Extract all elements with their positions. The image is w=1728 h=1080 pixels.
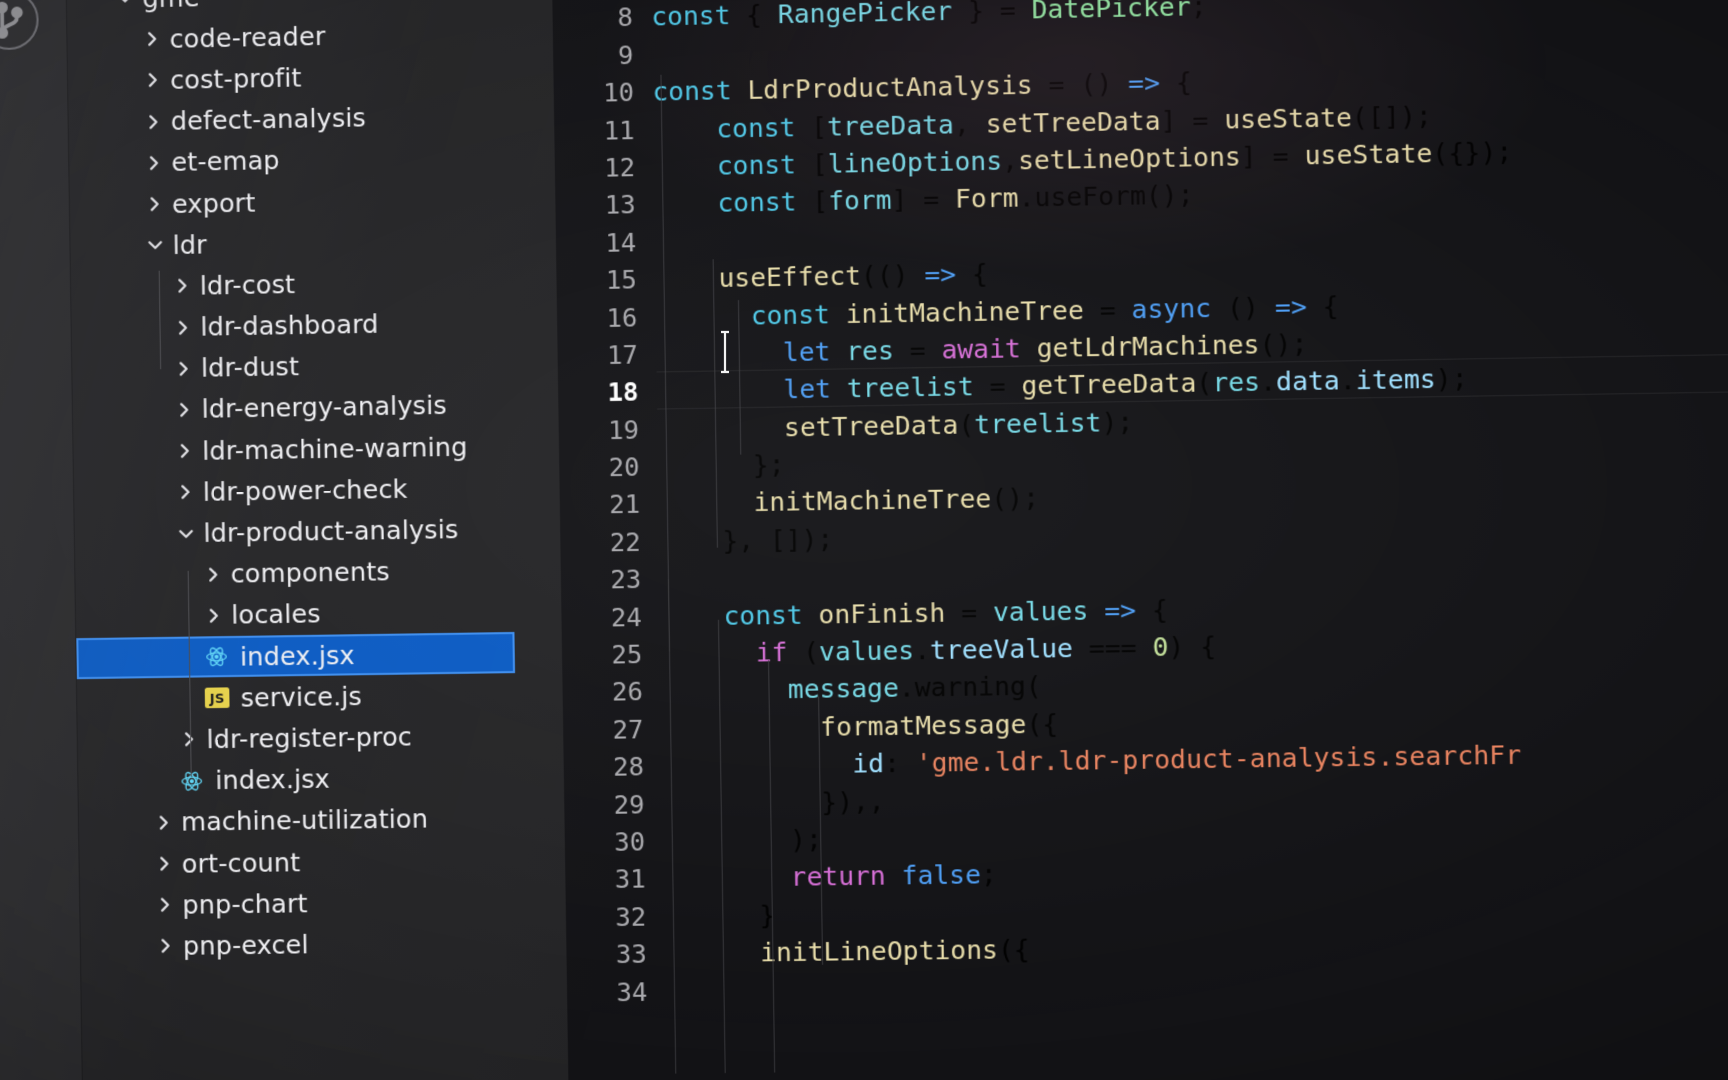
chevron-right-icon[interactable] [171, 400, 198, 419]
explorer-folder-locales[interactable]: locales [76, 590, 562, 638]
explorer-item-label: cost-profit [169, 62, 302, 96]
line-number: 11 [603, 114, 635, 146]
chevron-right-icon[interactable] [171, 442, 198, 461]
line-number: 21 [608, 489, 641, 520]
chevron-right-icon[interactable] [152, 937, 179, 956]
explorer-file-service-js[interactable]: JS service.js [77, 673, 563, 721]
explorer-item-label: ort-count [181, 847, 301, 879]
explorer-item-label: defect-analysis [170, 102, 367, 137]
line-number: 16 [606, 302, 638, 333]
chevron-right-icon[interactable] [170, 359, 197, 378]
react-jsx-icon [176, 768, 207, 793]
code-content[interactable]: import {getLdrMachineData,handleResData,… [651, 0, 1728, 1080]
explorer-item-label: ldr-dashboard [200, 309, 379, 342]
explorer-item-label: ldr-dust [200, 351, 300, 384]
line-number: 32 [614, 901, 647, 932]
line-number: 10 [602, 77, 635, 108]
explorer-folder-pnp-chart[interactable]: pnp-chart [80, 879, 566, 926]
explorer-item-label: pnp-chart [182, 888, 308, 920]
line-number: 18 [607, 377, 639, 408]
line-number: 27 [612, 714, 644, 745]
explorer-item-label: et-emap [171, 145, 280, 178]
chevron-right-icon[interactable] [151, 854, 178, 873]
explorer-tree[interactable]: gme code-reader cost-profit defect-analysis… [67, 0, 567, 968]
chevron-right-icon[interactable] [200, 565, 227, 584]
explorer-file-index-jsx[interactable]: index.jsx [76, 631, 516, 680]
line-number: 24 [610, 601, 642, 633]
code-editor[interactable]: 7891011121314151617181920212223242526272… [551, 0, 1728, 1080]
line-number: 8 [617, 2, 634, 33]
line-number: 22 [609, 527, 641, 558]
line-number: 23 [609, 564, 642, 595]
explorer-item-label: gme [138, 0, 200, 13]
react-jsx-icon [201, 644, 232, 669]
explorer-folder-ort-count[interactable]: ort-count [79, 838, 565, 885]
explorer-item-label: locales [231, 599, 321, 631]
explorer-item-label: ldr-power-check [202, 473, 408, 507]
explorer-file-index-jsx[interactable]: index.jsx [78, 755, 564, 803]
line-number: 17 [606, 339, 639, 371]
chevron-down-icon[interactable] [173, 524, 200, 543]
text-cursor-ibeam [718, 330, 732, 374]
explorer-item-label: ldr-product-analysis [203, 514, 459, 549]
chevron-right-icon[interactable] [141, 195, 168, 214]
explorer-folder-ldr-power-check[interactable]: ldr-power-check [74, 466, 560, 515]
screen-photo: gme code-reader cost-profit defect-analysis… [0, 0, 1728, 1080]
line-number-gutter: 7891011121314151617181920212223242526272… [552, 0, 656, 1080]
line-number: 31 [614, 864, 646, 895]
explorer-item-label: machine-utilization [180, 804, 429, 838]
explorer-item-label: index.jsx [215, 764, 331, 796]
chevron-down-icon[interactable] [112, 0, 139, 8]
explorer-item-label: code-reader [169, 21, 326, 54]
chevron-down-icon[interactable] [142, 236, 169, 255]
line-number: 15 [605, 264, 637, 296]
line-number: 26 [611, 676, 644, 708]
explorer-item-label: ldr [172, 229, 207, 260]
chevron-right-icon[interactable] [169, 277, 196, 296]
explorer-folder-machine-utilization[interactable]: machine-utilization [79, 797, 565, 845]
line-number: 34 [616, 976, 648, 1007]
explorer-item-label: export [171, 187, 256, 219]
chevron-right-icon[interactable] [139, 30, 166, 49]
file-explorer-sidebar[interactable]: gme code-reader cost-profit defect-analysis… [66, 0, 570, 1080]
javascript-js-icon: JS [202, 686, 233, 711]
svg-text:JS: JS [209, 692, 225, 707]
chevron-right-icon[interactable] [152, 896, 179, 915]
chevron-right-icon[interactable] [140, 112, 167, 131]
explorer-item-label: components [230, 556, 391, 589]
chevron-right-icon[interactable] [170, 318, 197, 337]
chevron-right-icon[interactable] [172, 483, 199, 502]
explorer-folder-pnp-excel[interactable]: pnp-excel [81, 921, 567, 968]
source-control-branch-icon[interactable] [0, 0, 40, 51]
explorer-folder-ldr-register-proc[interactable]: ldr-register-proc [78, 714, 564, 762]
line-number: 28 [612, 751, 645, 783]
line-number: 14 [604, 227, 637, 258]
vscode-window: gme code-reader cost-profit defect-analysis… [0, 0, 1728, 1080]
line-number: 9 [617, 40, 634, 71]
explorer-item-label: ldr-cost [199, 269, 296, 301]
explorer-item-label: index.jsx [239, 639, 355, 672]
line-number: 29 [613, 789, 645, 820]
explorer-item-label: pnp-excel [182, 929, 309, 961]
explorer-folder-ldr-product-analysis[interactable]: ldr-product-analysis [74, 507, 560, 556]
explorer-item-label: service.js [240, 681, 363, 713]
chevron-right-icon[interactable] [141, 153, 168, 172]
line-number: 25 [611, 639, 643, 670]
line-number: 12 [603, 152, 636, 183]
chevron-right-icon[interactable] [150, 813, 177, 832]
line-number: 19 [607, 414, 640, 446]
explorer-item-label: ldr-register-proc [206, 721, 413, 755]
chevron-right-icon[interactable] [200, 606, 227, 625]
explorer-folder-components[interactable]: components [75, 549, 561, 597]
explorer-item-label: ldr-energy-analysis [201, 390, 447, 425]
line-number: 13 [604, 189, 636, 221]
line-number: 33 [615, 939, 647, 970]
chevron-right-icon[interactable] [139, 71, 166, 90]
line-number: 20 [608, 452, 640, 483]
line-number: 30 [613, 826, 646, 858]
explorer-item-label: ldr-machine-warning [202, 431, 468, 466]
